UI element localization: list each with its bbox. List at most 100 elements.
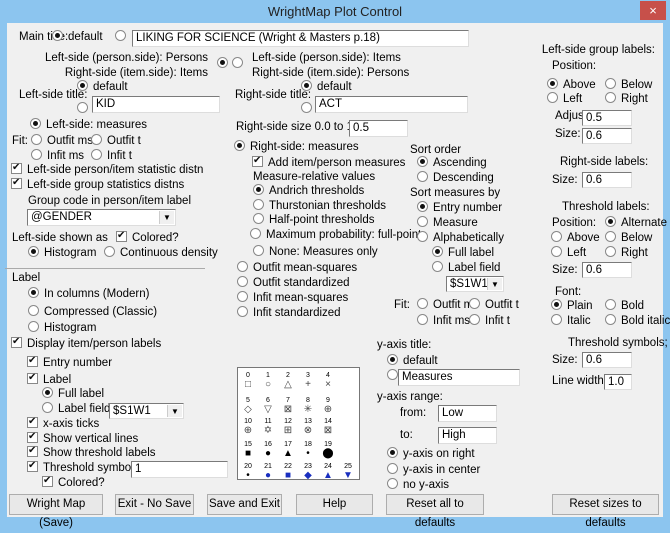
entry-number-checkbox[interactable]: Entry number — [27, 354, 112, 370]
stat-distn-checkbox[interactable]: Left-side person/item statistic distn — [11, 161, 203, 177]
left-colored-checkbox[interactable]: Colored? — [116, 229, 179, 245]
symbol-size-input[interactable]: 0.6 — [582, 352, 632, 368]
x-ticks-checkbox[interactable]: x-axis ticks — [27, 415, 99, 431]
right-title-input[interactable]: ACT — [315, 96, 468, 113]
wright-map-save-button[interactable]: Wright Map (Save) — [9, 494, 103, 529]
yaxis-default-radio[interactable]: default — [387, 354, 438, 368]
left-measures-radio[interactable]: Left-side: measures — [30, 118, 147, 132]
threshold-symbols-checkbox[interactable]: Threshold symbols: — [27, 459, 143, 475]
outfit-std-radio[interactable]: Outfit standardized — [237, 276, 350, 290]
sort-measure-radio[interactable]: Measure — [417, 216, 478, 230]
ascending-radio[interactable]: Ascending — [417, 156, 487, 170]
save-and-exit-button[interactable]: Save and Exit — [207, 494, 282, 515]
threshold-labels-checkbox[interactable]: Show threshold labels — [27, 444, 156, 460]
histogram-radio[interactable]: Histogram — [28, 246, 96, 260]
andrich-radio[interactable]: Andrich thresholds — [253, 184, 364, 198]
radio-label: Right-side: measures — [250, 141, 359, 153]
left-outfit-ms-radio[interactable]: Outfit ms — [31, 134, 93, 148]
full-label-radio[interactable]: Full label — [42, 387, 104, 401]
yaxis-center-radio[interactable]: y-axis in center — [387, 463, 480, 477]
sort-label-field-radio[interactable]: Label field — [432, 261, 500, 275]
right-measures-radio[interactable]: Right-side: measures — [234, 140, 359, 154]
none-radio[interactable]: None: Measures only — [253, 245, 378, 259]
main-title-custom-radio[interactable] — [115, 30, 131, 44]
left-title-input[interactable]: KID — [92, 96, 220, 113]
sort-outfit-t-radio[interactable]: Outfit t — [469, 298, 519, 312]
group-right-radio[interactable]: Right — [605, 92, 648, 106]
font-bold-italic-radio[interactable]: Bold italic — [605, 314, 670, 328]
font-bold-radio[interactable]: Bold — [605, 299, 644, 313]
descending-radio[interactable]: Descending — [417, 171, 494, 185]
main-title-input[interactable]: LIKING FOR SCIENCE (Wright & Masters p.1… — [132, 30, 469, 47]
chevron-down-icon[interactable]: ▼ — [167, 405, 182, 417]
sort-field-combo[interactable]: $S1W1 ▼ — [446, 276, 504, 292]
group-left-radio[interactable]: Left — [547, 92, 582, 106]
sort-entry-radio[interactable]: Entry number — [417, 201, 502, 215]
columns-radio[interactable]: In columns (Modern) — [28, 287, 149, 301]
sort-infit-t-radio[interactable]: Infit t — [469, 314, 510, 328]
thurstonian-radio[interactable]: Thurstonian thresholds — [253, 199, 386, 213]
reset-sizes-button[interactable]: Reset sizes to defaults — [552, 494, 659, 529]
sort-infit-ms-radio[interactable]: Infit ms — [417, 314, 470, 328]
label-checkbox[interactable]: Label — [27, 371, 71, 387]
density-radio[interactable]: Continuous density — [104, 246, 218, 260]
display-labels-checkbox[interactable]: Display item/person labels — [11, 335, 161, 351]
chevron-down-icon[interactable]: ▼ — [487, 278, 502, 290]
orientation-opt2-line2: Right-side (item.side): Persons — [252, 67, 410, 79]
symbol-number: 23 — [304, 463, 312, 470]
no-yaxis-radio[interactable]: no y-axis — [387, 478, 449, 492]
maxprob-radio[interactable]: Maximum probability: full-point — [250, 228, 421, 242]
vertical-lines-checkbox[interactable]: Show vertical lines — [27, 430, 138, 446]
halfpoint-radio[interactable]: Half-point thresholds — [253, 213, 374, 227]
right-labels-size-input[interactable]: 0.6 — [582, 172, 632, 188]
to-input[interactable]: High — [438, 427, 497, 444]
font-plain-radio[interactable]: Plain — [551, 299, 593, 313]
orientation-opt2-radio[interactable] — [232, 57, 248, 71]
add-measures-checkbox[interactable]: Add item/person measures — [252, 154, 405, 170]
yaxis-right-radio[interactable]: y-axis on right — [387, 447, 475, 461]
symbols-colored-checkbox[interactable]: Colored? — [42, 474, 105, 490]
group-code-combo[interactable]: @GENDER ▼ — [27, 209, 176, 226]
from-input[interactable]: Low — [438, 405, 497, 422]
threshold-right-radio[interactable]: Right — [605, 246, 648, 260]
left-infit-t-radio[interactable]: Infit t — [91, 149, 132, 163]
close-button[interactable]: × — [640, 1, 666, 20]
right-size-input[interactable]: 0.5 — [349, 120, 408, 137]
infit-msq-radio[interactable]: Infit mean-squares — [237, 291, 348, 305]
line-width-input[interactable]: 1.0 — [604, 374, 632, 390]
group-below-radio[interactable]: Below — [605, 78, 652, 92]
outfit-msq-radio[interactable]: Outfit mean-squares — [237, 261, 357, 275]
font-italic-radio[interactable]: Italic — [551, 314, 591, 328]
adjust-input[interactable]: 0.5 — [582, 110, 632, 126]
threshold-alternate-radio[interactable]: Alternate — [605, 216, 667, 230]
label-field-radio[interactable]: Label field — [42, 402, 110, 416]
orientation-opt1-radio[interactable] — [217, 57, 233, 71]
threshold-below-radio[interactable]: Below — [605, 231, 652, 245]
yaxis-title-input[interactable]: Measures — [398, 369, 520, 386]
left-title-custom-radio[interactable] — [77, 102, 93, 116]
right-histogram-radio[interactable]: Histogram — [28, 321, 96, 335]
left-outfit-t-radio[interactable]: Outfit t — [91, 134, 141, 148]
label-field-combo[interactable]: $S1W1 ▼ — [109, 403, 184, 419]
group-distns-checkbox[interactable]: Left-side group statistics distns — [11, 176, 184, 192]
infit-std-radio[interactable]: Infit standardized — [237, 306, 341, 320]
threshold-size-input[interactable]: 0.6 — [582, 262, 632, 278]
symbol-9: 9 ⊕ — [321, 397, 335, 415]
sort-alpha-radio[interactable]: Alphabetically — [417, 231, 504, 245]
symbol-number: 21 — [264, 463, 272, 470]
left-title-default-radio[interactable]: default — [77, 80, 128, 94]
reset-all-button[interactable]: Reset all to defaults — [386, 494, 484, 529]
main-title-default-radio[interactable]: default — [52, 30, 103, 44]
chevron-down-icon[interactable]: ▼ — [159, 211, 174, 224]
threshold-left-radio[interactable]: Left — [551, 246, 586, 260]
compressed-radio[interactable]: Compressed (Classic) — [28, 305, 157, 319]
left-infit-ms-radio[interactable]: Infit ms — [31, 149, 84, 163]
threshold-symbols-input[interactable]: 1 — [131, 461, 228, 478]
right-title-default-radio[interactable]: default — [301, 80, 352, 94]
group-size-input[interactable]: 0.6 — [582, 128, 632, 144]
exit-no-save-button[interactable]: Exit - No Save — [115, 494, 194, 515]
sort-full-label-radio[interactable]: Full label — [432, 246, 494, 260]
group-above-radio[interactable]: Above — [547, 78, 596, 92]
threshold-above-radio[interactable]: Above — [551, 231, 600, 245]
help-button[interactable]: Help — [296, 494, 373, 515]
